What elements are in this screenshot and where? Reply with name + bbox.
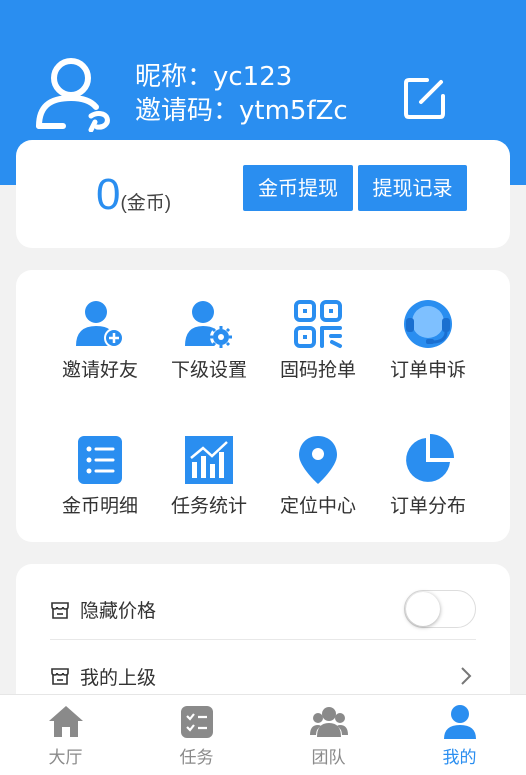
user-add-icon — [76, 301, 124, 348]
feature-label: 固码抢单 — [279, 359, 356, 381]
location-center-item[interactable]: 定位中心 — [263, 434, 373, 518]
user-info: 昵称：yc123 邀请码：ytm5fZc — [135, 60, 348, 128]
coin-balance: 0(金币) — [96, 170, 171, 220]
qrcode-icon — [294, 300, 342, 348]
my-superior-label: 我的上级 — [80, 666, 157, 689]
tab-label: 我的 — [442, 748, 477, 768]
feature-label: 金币明细 — [61, 495, 138, 517]
order-distribution-item[interactable]: 订单分布 — [373, 434, 483, 518]
nickname: 昵称：yc123 — [135, 62, 293, 92]
subordinate-settings-item[interactable]: 下级设置 — [154, 298, 264, 382]
feature-label: 订单分布 — [389, 495, 466, 517]
bar-chart-icon — [185, 436, 233, 484]
me-icon — [443, 705, 476, 739]
order-appeal-item[interactable]: 订单申诉 — [373, 298, 483, 382]
pie-chart-icon — [406, 434, 454, 482]
tab-label: 任务 — [179, 748, 214, 768]
withdraw-button[interactable]: 金币提现 — [243, 165, 353, 211]
coin-amount: 0 — [96, 170, 121, 219]
store-icon — [51, 668, 69, 685]
feature-grid: 邀请好友 下级设置 固码抢单 订单申诉 金币明细 任务统计 定位中心 订单分布 — [16, 270, 510, 542]
feature-label: 下级设置 — [170, 359, 247, 381]
team-icon — [309, 707, 348, 737]
hide-price-label: 隐藏价格 — [80, 600, 157, 622]
home-icon — [48, 706, 83, 737]
tab-hall[interactable]: 大厅 — [0, 695, 131, 775]
hide-price-row: 隐藏价格 — [50, 580, 476, 640]
tab-tasks[interactable]: 任务 — [131, 695, 262, 775]
fixed-code-grab-item[interactable]: 固码抢单 — [263, 298, 373, 382]
headset-icon — [404, 300, 452, 348]
location-pin-icon — [299, 436, 337, 484]
feature-label: 订单申诉 — [389, 359, 466, 381]
feature-label: 任务统计 — [170, 495, 247, 517]
task-icon — [180, 706, 213, 738]
coin-unit: (金币) — [120, 193, 172, 214]
toggle-knob — [406, 592, 440, 626]
hide-price-toggle[interactable] — [404, 590, 476, 628]
coin-detail-item[interactable]: 金币明细 — [45, 434, 155, 518]
invite-friends-item[interactable]: 邀请好友 — [45, 298, 155, 382]
edit-icon[interactable] — [401, 74, 449, 122]
tab-label: 团队 — [311, 748, 346, 768]
withdraw-record-button[interactable]: 提现记录 — [358, 165, 467, 211]
tab-label: 大厅 — [48, 748, 83, 768]
task-statistics-item[interactable]: 任务统计 — [154, 434, 264, 518]
user-gear-icon — [185, 301, 232, 348]
bottom-tab-bar: 大厅 任务 团队 我的 — [0, 694, 526, 775]
feature-label: 邀请好友 — [61, 359, 138, 381]
user-icon — [36, 58, 110, 132]
chevron-right-icon — [461, 667, 472, 685]
tab-team[interactable]: 团队 — [263, 695, 394, 775]
store-icon — [51, 601, 69, 619]
feature-label: 定位中心 — [279, 495, 356, 517]
invite-code: 邀请码：ytm5fZc — [135, 96, 348, 126]
list-icon — [78, 436, 122, 484]
tab-me[interactable]: 我的 — [394, 695, 525, 775]
balance-card: 0(金币) 金币提现 提现记录 — [16, 140, 510, 248]
